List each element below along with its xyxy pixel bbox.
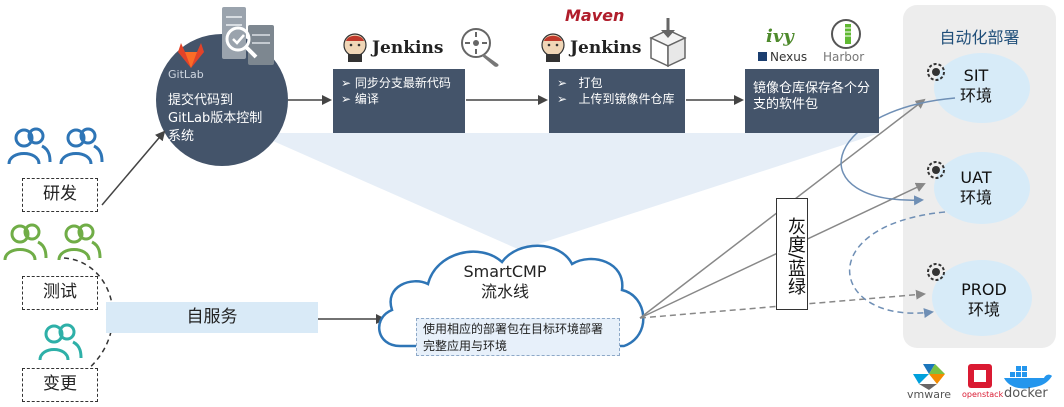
automation-title: 自动化部署 <box>939 28 1020 47</box>
prod-env-suffix: 环境 <box>967 300 1000 319</box>
repo-description: 镜像仓库保存各个分支的软件包 <box>753 81 871 112</box>
prod-env-name: PROD <box>961 280 1007 299</box>
change-role-label: 变更 <box>22 368 98 402</box>
jenkins-icon <box>342 32 368 62</box>
openstack-logo: openstack <box>960 362 1004 402</box>
dev-role-label: 研发 <box>22 178 98 212</box>
jenkins-2-step-box: ➢ 打包 ➢ 上传到镜像件仓库 <box>549 69 685 133</box>
wrench-settings-icon <box>456 26 502 68</box>
pipeline-title-line1: SmartCMP <box>463 262 547 281</box>
gitlab-fox-icon <box>178 43 204 68</box>
test-people-icon <box>2 222 108 264</box>
nexus-logo: Nexus <box>758 50 807 64</box>
jenkins-1-item: ➢ 同步分支最新代码 <box>341 76 451 90</box>
test-role-label: 测试 <box>22 276 98 310</box>
sit-gear-icon <box>926 62 946 82</box>
docker-logo: docker <box>1000 360 1054 402</box>
package-box-icon <box>645 18 691 68</box>
uat-env-name: UAT <box>960 168 992 187</box>
openstack-logo-text: openstack <box>962 390 1004 399</box>
gitlab-description: 提交代码到GitLab版本控制系统 <box>168 93 263 144</box>
jenkins-2-logo-text: Jenkins <box>570 38 642 58</box>
change-people-icon <box>38 322 88 362</box>
jenkins-2-item: ➢ 打包 <box>557 76 603 90</box>
uat-gear-icon <box>926 160 946 180</box>
jenkins-2-item: ➢ 上传到镜像件仓库 <box>557 92 675 106</box>
release-strategy-label: 灰度/蓝绿 <box>776 198 808 310</box>
jenkins-icon <box>540 32 566 62</box>
harbor-icon <box>830 18 862 50</box>
repo-step-box: 镜像仓库保存各个分支的软件包 <box>745 69 879 133</box>
harbor-logo-text: Harbor <box>823 50 865 64</box>
gitlab-logo <box>176 42 206 68</box>
pipeline-title: SmartCMP 流水线 <box>430 262 580 302</box>
prod-gear-icon <box>926 262 946 282</box>
vmware-logo: vmware <box>905 360 959 402</box>
self-service-label: 自服务 <box>186 307 238 327</box>
nexus-icon <box>758 52 767 61</box>
vmware-logo-text: vmware <box>907 388 952 401</box>
jenkins-1-logo-text: Jenkins <box>372 38 444 58</box>
docker-logo-text: docker <box>1004 386 1048 401</box>
jenkins-1-item: ➢ 编译 <box>341 92 379 106</box>
nexus-logo-text: Nexus <box>770 50 808 64</box>
maven-logo-text: Maven <box>565 6 625 25</box>
uat-env-suffix: 环境 <box>959 188 992 207</box>
uat-env-label: UAT 环境 <box>944 168 1008 208</box>
jenkins-1-step-box: ➢ 同步分支最新代码 ➢ 编译 <box>333 69 465 133</box>
server-icon <box>218 5 280 67</box>
sit-env-suffix: 环境 <box>959 86 992 105</box>
prod-env-label: PROD 环境 <box>948 280 1020 320</box>
dev-people-icon <box>6 126 110 168</box>
ivy-logo-text: ivy <box>766 26 794 47</box>
pipeline-description: 使用相应的部署包在目标环境部署完整应用与环境 <box>416 318 620 356</box>
sit-env-label: SIT 环境 <box>944 66 1008 106</box>
sit-env-name: SIT <box>963 66 989 85</box>
gitlab-logo-text: GitLab <box>168 68 204 81</box>
pipeline-title-line2: 流水线 <box>480 282 529 301</box>
